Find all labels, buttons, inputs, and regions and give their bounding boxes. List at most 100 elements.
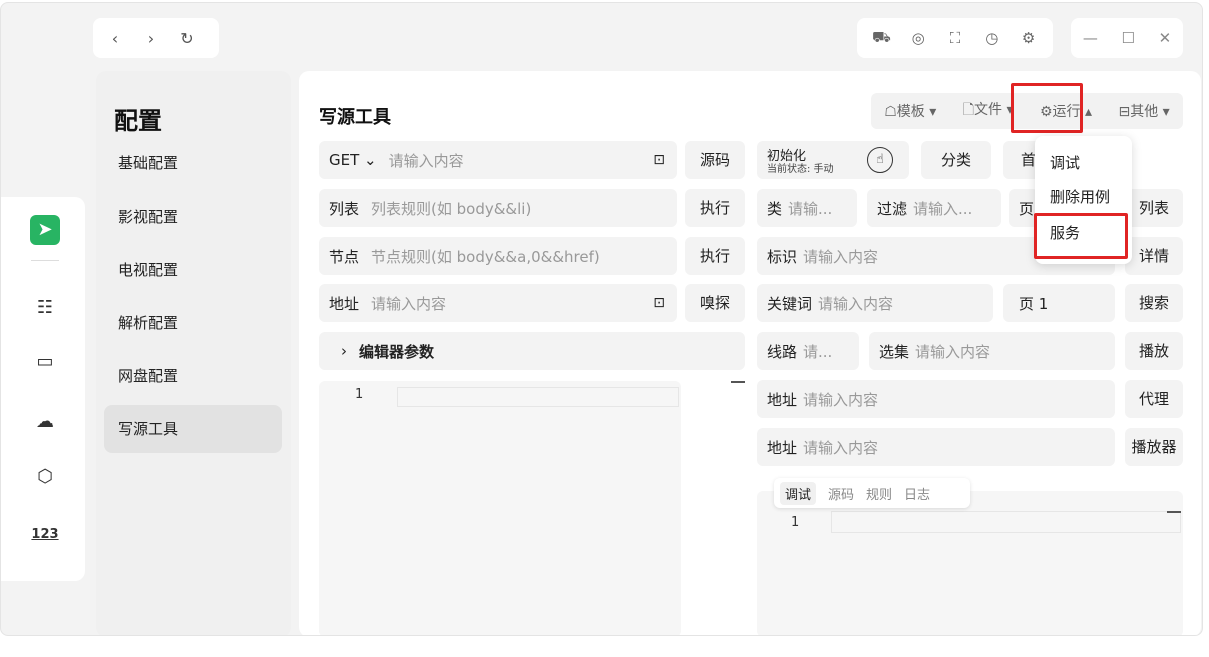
- list-button[interactable]: 列表: [1125, 189, 1183, 227]
- menu-item-basic[interactable]: 基础配置: [104, 139, 282, 187]
- run-list-button[interactable]: 执行: [685, 189, 745, 227]
- episode-field[interactable]: 选集 请输入内容: [869, 332, 1115, 370]
- output-line[interactable]: [831, 511, 1181, 533]
- chevron-right-icon: ›: [341, 342, 347, 360]
- source-button[interactable]: 源码: [685, 141, 745, 179]
- editor-params-toggle[interactable]: › 编辑器参数: [319, 332, 745, 370]
- nav-controls: ‹ › ↻: [93, 18, 219, 58]
- search-button[interactable]: 搜索: [1125, 284, 1183, 322]
- line-label: 线路: [767, 342, 798, 361]
- maximize-icon[interactable]: ☐: [1121, 29, 1134, 47]
- refresh-icon[interactable]: ↻: [179, 29, 195, 48]
- calendar-icon[interactable]: ☷: [30, 293, 60, 323]
- id-placeholder: 请输入内容: [803, 247, 879, 266]
- filter-field[interactable]: 过滤 请输入...: [867, 189, 1001, 227]
- forward-icon[interactable]: ›: [143, 29, 159, 48]
- expand-icon[interactable]: ⊡: [653, 152, 665, 168]
- proxy-button[interactable]: 代理: [1125, 380, 1183, 418]
- episode-placeholder: 请输入内容: [915, 342, 991, 361]
- method-select[interactable]: GET ⌄: [329, 151, 377, 169]
- dropdown-item-delete-case[interactable]: 删除用例: [1050, 186, 1110, 207]
- window-controls: — ☐ ✕: [1071, 18, 1183, 58]
- category-field[interactable]: 类 请输...: [757, 189, 857, 227]
- collapse-icon[interactable]: [731, 381, 745, 383]
- app-window: ‹ › ↻ ⛟ ◎ ⛶ ◷ ⚙ — ☐ ✕ ➤ ☷ ▭ ☁ ⬡ 123 配置 基…: [0, 2, 1203, 636]
- back-icon[interactable]: ‹: [107, 29, 123, 48]
- menu-item-source-tool[interactable]: 写源工具: [104, 405, 282, 453]
- minimize-icon[interactable]: —: [1083, 29, 1098, 47]
- app-logo-icon[interactable]: ➤: [30, 215, 60, 245]
- line-field[interactable]: 线路 请...: [757, 332, 859, 370]
- debug-output-panel[interactable]: 1: [757, 491, 1183, 635]
- numbers-icon[interactable]: 123: [30, 520, 60, 550]
- dropdown-item-debug[interactable]: 调试: [1050, 152, 1080, 173]
- filter-label: 过滤: [877, 199, 908, 218]
- page-label: 页: [1019, 199, 1035, 218]
- cloud-icon[interactable]: ☁: [30, 407, 60, 437]
- editor-line[interactable]: [397, 387, 679, 407]
- target-icon[interactable]: ◎: [907, 29, 929, 47]
- keyword-placeholder: 请输入内容: [818, 294, 894, 313]
- scan-icon[interactable]: ⛶: [944, 29, 966, 47]
- search-page-label: 页 1: [1019, 294, 1049, 313]
- package-icon[interactable]: ⛟: [870, 28, 892, 48]
- proxy-address-field[interactable]: 地址 请输入内容: [757, 380, 1115, 418]
- keyword-label: 关键词: [767, 294, 813, 313]
- classify-button[interactable]: 分类: [921, 141, 991, 179]
- rail-divider: [31, 260, 59, 261]
- proxy-address-placeholder: 请输入内容: [803, 390, 879, 409]
- tab-log[interactable]: 日志: [904, 484, 930, 503]
- menu-title: 配置: [114, 107, 162, 135]
- play-button[interactable]: 播放: [1125, 332, 1183, 370]
- proxy-address-label: 地址: [767, 390, 798, 409]
- other-menu[interactable]: ⊟其他 ▾: [1118, 101, 1169, 121]
- player-button[interactable]: 播放器: [1125, 428, 1183, 466]
- settings-icon[interactable]: ⚙: [1018, 29, 1040, 47]
- url-field[interactable]: GET ⌄ 请输入内容 ⊡: [319, 141, 677, 179]
- category-placeholder: 请输...: [788, 199, 833, 218]
- player-address-field[interactable]: 地址 请输入内容: [757, 428, 1115, 466]
- close-icon[interactable]: ✕: [1159, 29, 1172, 47]
- list-rule-field[interactable]: 列表 列表规则(如 body&&li): [319, 189, 677, 227]
- menu-item-video[interactable]: 影视配置: [104, 193, 282, 241]
- url-placeholder: 请输入内容: [388, 151, 464, 170]
- tab-debug[interactable]: 调试: [780, 481, 817, 505]
- node-rule-field[interactable]: 节点 节点规则(如 body&&a,0&&href): [319, 237, 677, 275]
- history-icon[interactable]: ◷: [981, 29, 1003, 47]
- keyword-field[interactable]: 关键词 请输入内容: [757, 284, 993, 322]
- tab-source[interactable]: 源码: [828, 484, 854, 503]
- code-editor[interactable]: 1: [319, 381, 681, 635]
- hand-click-icon[interactable]: ☝: [867, 147, 893, 173]
- highlight-run: [1011, 83, 1083, 133]
- debug-tabs: 调试 源码 规则 日志: [774, 478, 970, 508]
- sniff-button[interactable]: 嗅探: [685, 284, 745, 322]
- menu-item-tv[interactable]: 电视配置: [104, 246, 282, 294]
- template-menu[interactable]: ☖模板 ▾: [884, 101, 936, 121]
- line-number: 1: [355, 387, 364, 402]
- editor-params-label: 编辑器参数: [359, 342, 435, 361]
- menu-item-parse[interactable]: 解析配置: [104, 299, 282, 347]
- address-label: 地址: [329, 294, 360, 313]
- search-page-field[interactable]: 页 1: [1003, 284, 1115, 322]
- id-label: 标识: [767, 247, 798, 266]
- detail-button[interactable]: 详情: [1125, 237, 1183, 275]
- config-menu: 配置 基础配置 影视配置 电视配置 解析配置 网盘配置 写源工具: [96, 71, 291, 635]
- address-field[interactable]: 地址 请输入内容 ⊡: [319, 284, 677, 322]
- file-menu[interactable]: 🗋文件 ▾: [963, 99, 1014, 123]
- cube-scan-icon[interactable]: ⬡: [30, 462, 60, 492]
- menu-item-netdisk[interactable]: 网盘配置: [104, 352, 282, 400]
- line-number: 1: [791, 515, 800, 530]
- run-node-button[interactable]: 执行: [685, 237, 745, 275]
- episode-label: 选集: [879, 342, 910, 361]
- highlight-service: [1034, 213, 1128, 259]
- expand-icon[interactable]: ⊡: [653, 295, 665, 311]
- category-label: 类: [767, 199, 783, 218]
- address-placeholder: 请输入内容: [371, 294, 447, 313]
- collapse-icon[interactable]: [1167, 511, 1181, 513]
- tv-icon[interactable]: ▭: [30, 347, 60, 377]
- left-rail: ➤ ☷ ▭ ☁ ⬡ 123: [1, 197, 85, 581]
- node-placeholder: 节点规则(如 body&&a,0&&href): [371, 247, 600, 266]
- init-control: 初始化 当前状态: 手动 ☝: [757, 141, 909, 179]
- tab-rules[interactable]: 规则: [866, 484, 892, 503]
- toolbar-icons: ⛟ ◎ ⛶ ◷ ⚙: [857, 18, 1053, 58]
